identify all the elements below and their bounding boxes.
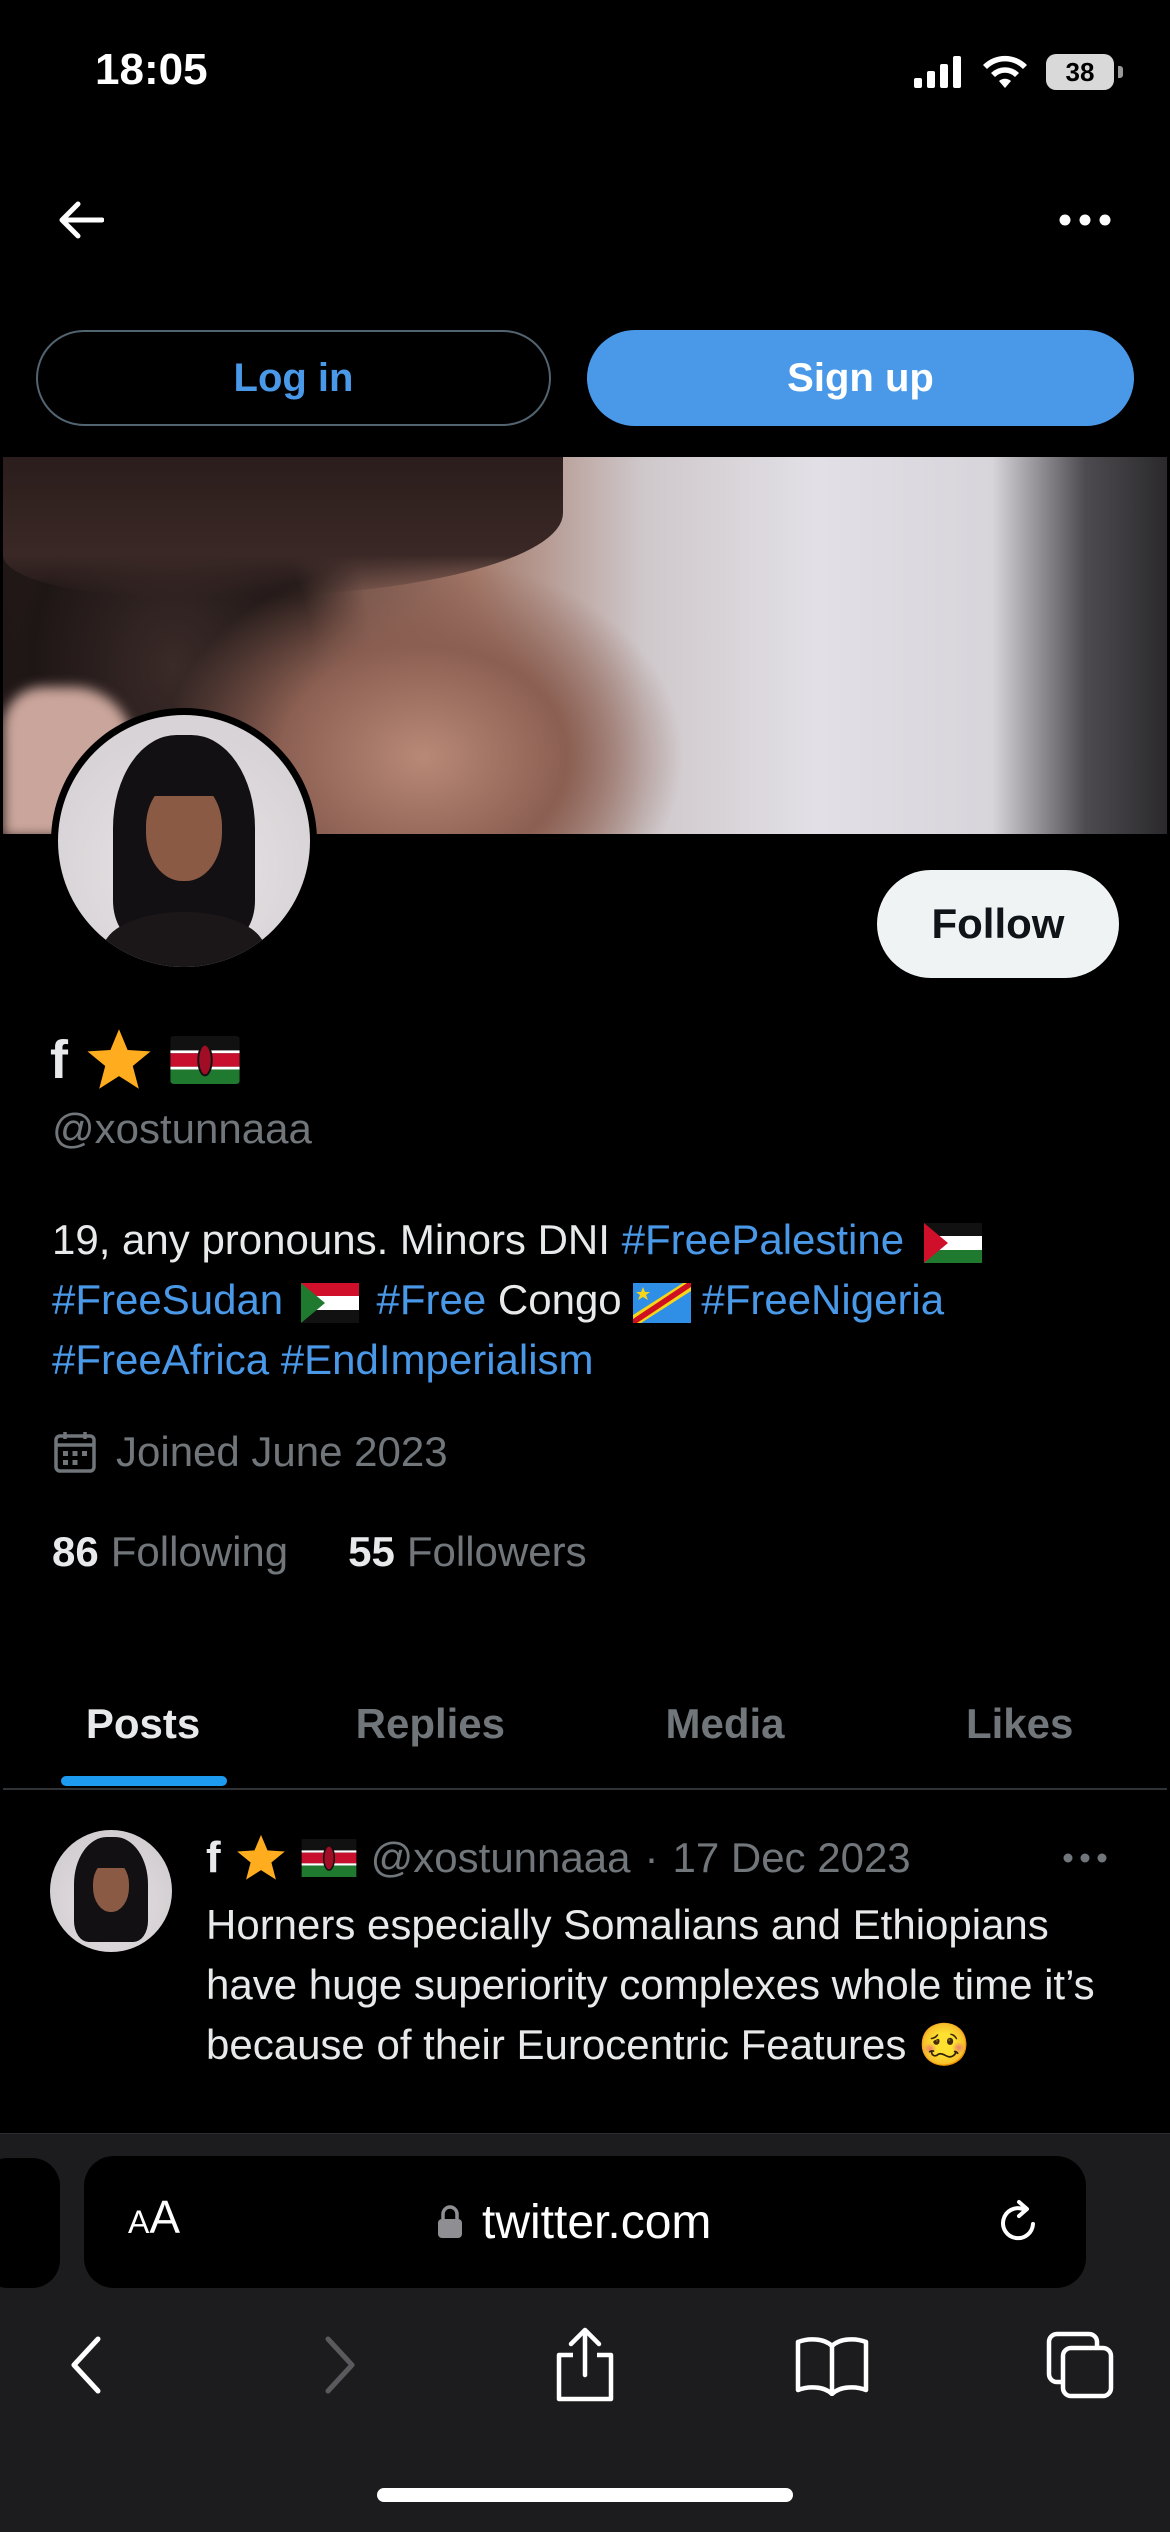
hashtag-link[interactable]: #FreeAfrica	[52, 1336, 269, 1383]
wifi-icon	[983, 55, 1027, 88]
tab-label: Posts	[85, 1700, 201, 1747]
followers-link[interactable]: 55 Followers	[348, 1528, 586, 1576]
tweet-author-handle[interactable]: @xostunnaaa	[371, 1834, 631, 1882]
aa-small-label: A	[128, 2204, 150, 2240]
aa-large-label: A	[149, 2191, 181, 2243]
more-horizontal-icon	[1059, 214, 1111, 226]
url-text: twitter.com	[482, 2195, 712, 2249]
back-button[interactable]	[50, 190, 110, 250]
tweet-author-name[interactable]: f	[206, 1833, 221, 1883]
followers-label: Followers	[406, 1528, 587, 1575]
tabs-icon	[1046, 2331, 1114, 2399]
battery-icon: 38	[1046, 54, 1123, 90]
joined-date: Joined June 2023	[52, 1428, 448, 1476]
share-icon	[556, 2327, 614, 2402]
tweet-date[interactable]: 17 Dec 2023	[672, 1834, 910, 1882]
tab-replies[interactable]: Replies	[283, 1660, 578, 1788]
signup-button[interactable]: Sign up	[587, 330, 1134, 426]
star-icon	[236, 1834, 285, 1880]
tab-media[interactable]: Media	[578, 1660, 873, 1788]
followers-count: 55	[348, 1528, 395, 1575]
hashtag-link[interactable]: #Free	[377, 1276, 487, 1323]
hashtag-link[interactable]: #FreeSudan	[52, 1276, 283, 1323]
tweet-separator: ·	[644, 1834, 659, 1881]
battery-level: 38	[1065, 56, 1095, 87]
joined-text: Joined June 2023	[116, 1428, 448, 1475]
tabs-button[interactable]	[1040, 2325, 1120, 2405]
active-tab-indicator	[61, 1776, 227, 1786]
sudan-flag-icon	[300, 1282, 359, 1323]
avatar-image	[58, 715, 310, 967]
tab-label: Media	[665, 1700, 785, 1747]
kenya-flag-icon	[170, 1036, 240, 1084]
status-icons: 38	[914, 52, 1123, 92]
following-count: 86	[52, 1528, 99, 1575]
profile-bio: 19, any pronouns. Minors DNI #FreePalest…	[52, 1210, 1132, 1390]
profile-stats: 86 Following 55 Followers	[52, 1528, 587, 1576]
more-horizontal-icon	[1063, 1853, 1107, 1863]
tab-label: Likes	[965, 1700, 1074, 1747]
profile-avatar[interactable]	[51, 708, 317, 974]
reader-settings-button[interactable]: AA	[128, 2190, 180, 2254]
hashtag-link[interactable]: #EndImperialism	[281, 1336, 594, 1383]
status-time: 18:05	[95, 45, 208, 94]
reload-icon	[1001, 2200, 1035, 2241]
home-indicator[interactable]	[377, 2488, 793, 2502]
display-name-text: f	[50, 1030, 68, 1090]
following-label: Following	[110, 1528, 289, 1575]
chevron-left-icon	[71, 2336, 101, 2394]
previous-tab-preview[interactable]	[0, 2158, 60, 2288]
book-icon	[795, 2337, 869, 2396]
tweet-avatar[interactable]	[50, 1830, 172, 1952]
hashtag-link[interactable]: #FreePalestine	[622, 1216, 905, 1263]
browser-forward-button[interactable]	[300, 2325, 380, 2405]
reload-button[interactable]	[988, 2192, 1048, 2252]
follow-button[interactable]: Follow	[877, 870, 1119, 978]
chevron-right-icon	[325, 2336, 355, 2394]
following-link[interactable]: 86 Following	[52, 1528, 288, 1576]
cellular-signal-icon	[914, 56, 961, 88]
more-options-button[interactable]	[1055, 200, 1115, 240]
bookmarks-button[interactable]	[792, 2325, 872, 2405]
url-display[interactable]: twitter.com	[436, 2190, 711, 2254]
woozy-face-emoji: 🥴	[918, 2021, 971, 2068]
bio-text: Congo	[486, 1276, 634, 1323]
congo-flag-icon	[633, 1282, 692, 1323]
lock-icon	[438, 2205, 462, 2238]
tweet-header: f @xostunnaaa · 17 Dec 2023	[206, 1828, 911, 1888]
star-icon	[87, 1029, 151, 1089]
tweet-more-button[interactable]	[1060, 1848, 1110, 1868]
tweet-text: Horners especially Somalians and Ethiopi…	[206, 1895, 1126, 2075]
tab-likes[interactable]: Likes	[872, 1660, 1167, 1788]
share-button[interactable]	[545, 2325, 625, 2405]
bio-text: 19, any pronouns. Minors DNI	[52, 1216, 622, 1263]
arrow-left-icon	[59, 201, 104, 239]
tab-posts[interactable]: Posts	[3, 1660, 283, 1788]
hashtag-link[interactable]: #FreeNigeria	[701, 1276, 944, 1323]
browser-back-button[interactable]	[46, 2325, 126, 2405]
login-button[interactable]: Log in	[36, 330, 551, 426]
palestine-flag-icon	[923, 1222, 982, 1263]
tab-label: Replies	[355, 1700, 506, 1747]
profile-tabs: Posts Replies Media Likes	[3, 1660, 1167, 1790]
profile-display-name: f	[50, 1025, 240, 1095]
calendar-icon	[54, 1432, 96, 1473]
profile-handle: @xostunnaaa	[52, 1105, 312, 1152]
kenya-flag-icon	[301, 1839, 357, 1877]
